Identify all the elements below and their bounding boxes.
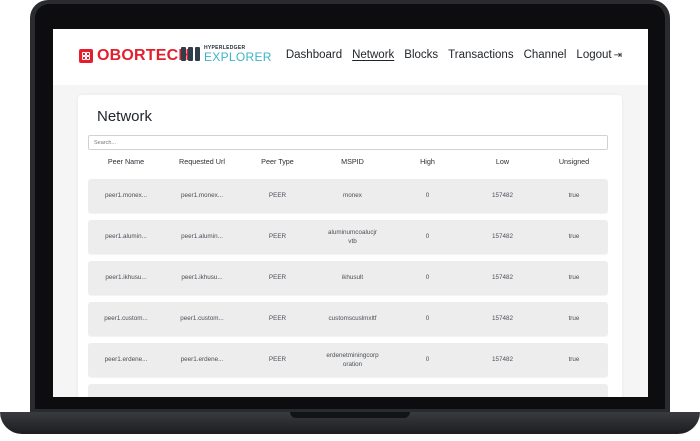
search-input[interactable] bbox=[88, 135, 608, 150]
cell-peer-name: peer1.custom... bbox=[104, 315, 148, 323]
cell-peer-name: peer1.alumin... bbox=[105, 233, 147, 241]
table-row[interactable]: peer1.custom... peer1.custom... PEER cus… bbox=[88, 302, 608, 336]
cell-mspid: customscuslmxltf bbox=[328, 315, 377, 323]
cell-low: 157482 bbox=[491, 274, 513, 282]
column-header-low[interactable]: Low bbox=[465, 157, 540, 171]
cell-high: 0 bbox=[425, 274, 430, 282]
table-row[interactable]: peer1.monex... peer1.monex... PEER monex… bbox=[88, 179, 608, 213]
table-row-partial[interactable] bbox=[88, 384, 608, 397]
column-header-mspid[interactable]: MSPID bbox=[315, 157, 390, 171]
cell-low: 157482 bbox=[491, 315, 513, 323]
cell-low: 157482 bbox=[491, 233, 513, 241]
top-navigation-bar: OBORTECH HYPERLEDGER EXPLORER Dashboard … bbox=[53, 29, 648, 85]
cell-high: 0 bbox=[425, 192, 430, 200]
nav-network[interactable]: Network bbox=[352, 49, 394, 61]
table-header: Peer Name Requested Url Peer Type MSPID … bbox=[88, 157, 608, 171]
cell-unsigned: true bbox=[568, 274, 580, 282]
nav-transactions[interactable]: Transactions bbox=[448, 49, 513, 61]
column-header-requested-url[interactable]: Requested Url bbox=[164, 157, 240, 171]
nav-logout[interactable]: Logout ⇥ bbox=[576, 49, 622, 61]
laptop-notch bbox=[290, 412, 410, 418]
nav-blocks[interactable]: Blocks bbox=[404, 49, 438, 61]
cell-peer-type: PEER bbox=[268, 274, 287, 282]
hyperledger-icon bbox=[181, 45, 201, 63]
cell-peer-name: peer1.ikhusu... bbox=[105, 274, 147, 282]
cell-mspid: monex bbox=[343, 192, 362, 200]
table-body: peer1.monex... peer1.monex... PEER monex… bbox=[88, 179, 608, 397]
cell-unsigned: true bbox=[568, 192, 580, 200]
cell-mspid: ikhusult bbox=[341, 274, 364, 282]
column-header-unsigned[interactable]: Unsigned bbox=[540, 157, 608, 171]
cell-unsigned: true bbox=[568, 233, 580, 241]
logout-arrow-icon: ⇥ bbox=[613, 50, 622, 61]
network-card: Network Peer Name Requested Url Peer Typ… bbox=[78, 95, 622, 397]
cell-low: 157482 bbox=[491, 356, 513, 364]
screen: OBORTECH HYPERLEDGER EXPLORER Dashboard … bbox=[53, 29, 648, 397]
cell-requested-url: peer1.alumin... bbox=[181, 233, 223, 241]
cell-high: 0 bbox=[425, 315, 430, 323]
cell-requested-url: peer1.custom... bbox=[180, 315, 224, 323]
cell-mspid: erdenetminingcorporation bbox=[326, 351, 379, 368]
cell-peer-type: PEER bbox=[268, 192, 287, 200]
obortech-logo[interactable]: OBORTECH bbox=[79, 47, 190, 65]
logout-label: Logout bbox=[576, 49, 612, 61]
cell-unsigned: true bbox=[568, 356, 580, 364]
cell-low: 157482 bbox=[491, 192, 513, 200]
brand-name: OBORTECH bbox=[97, 47, 191, 64]
cell-high: 0 bbox=[425, 233, 430, 241]
cell-high: 0 bbox=[425, 356, 430, 364]
explorer-label: EXPLORER bbox=[204, 49, 272, 64]
column-header-high[interactable]: High bbox=[390, 157, 465, 171]
table-row[interactable]: peer1.alumin... peer1.alumin... PEER alu… bbox=[88, 220, 608, 254]
main-nav: Dashboard Network Blocks Transactions Ch… bbox=[286, 49, 622, 61]
page-title: Network bbox=[97, 108, 153, 125]
cell-peer-type: PEER bbox=[268, 233, 287, 241]
nav-dashboard[interactable]: Dashboard bbox=[286, 49, 342, 61]
cell-requested-url: peer1.ikhusu... bbox=[181, 274, 223, 282]
obortech-logo-icon bbox=[79, 49, 93, 63]
nav-channel[interactable]: Channel bbox=[524, 49, 567, 61]
table-row[interactable]: peer1.erdene... peer1.erdene... PEER erd… bbox=[88, 343, 608, 377]
cell-mspid: aluminumcoalucjrvtb bbox=[328, 228, 377, 245]
cell-peer-name: peer1.erdene... bbox=[104, 356, 148, 364]
cell-peer-type: PEER bbox=[268, 315, 287, 323]
column-header-peer-type[interactable]: Peer Type bbox=[240, 157, 315, 171]
column-header-peer-name[interactable]: Peer Name bbox=[88, 157, 164, 171]
cell-peer-type: PEER bbox=[268, 356, 287, 364]
cell-requested-url: peer1.erdene... bbox=[180, 356, 224, 364]
cell-peer-name: peer1.monex... bbox=[104, 192, 147, 200]
hyperledger-explorer-logo[interactable]: HYPERLEDGER EXPLORER bbox=[181, 45, 272, 63]
table-row[interactable]: peer1.ikhusu... peer1.ikhusu... PEER ikh… bbox=[88, 261, 608, 295]
cell-requested-url: peer1.monex... bbox=[180, 192, 223, 200]
cell-unsigned: true bbox=[568, 315, 580, 323]
